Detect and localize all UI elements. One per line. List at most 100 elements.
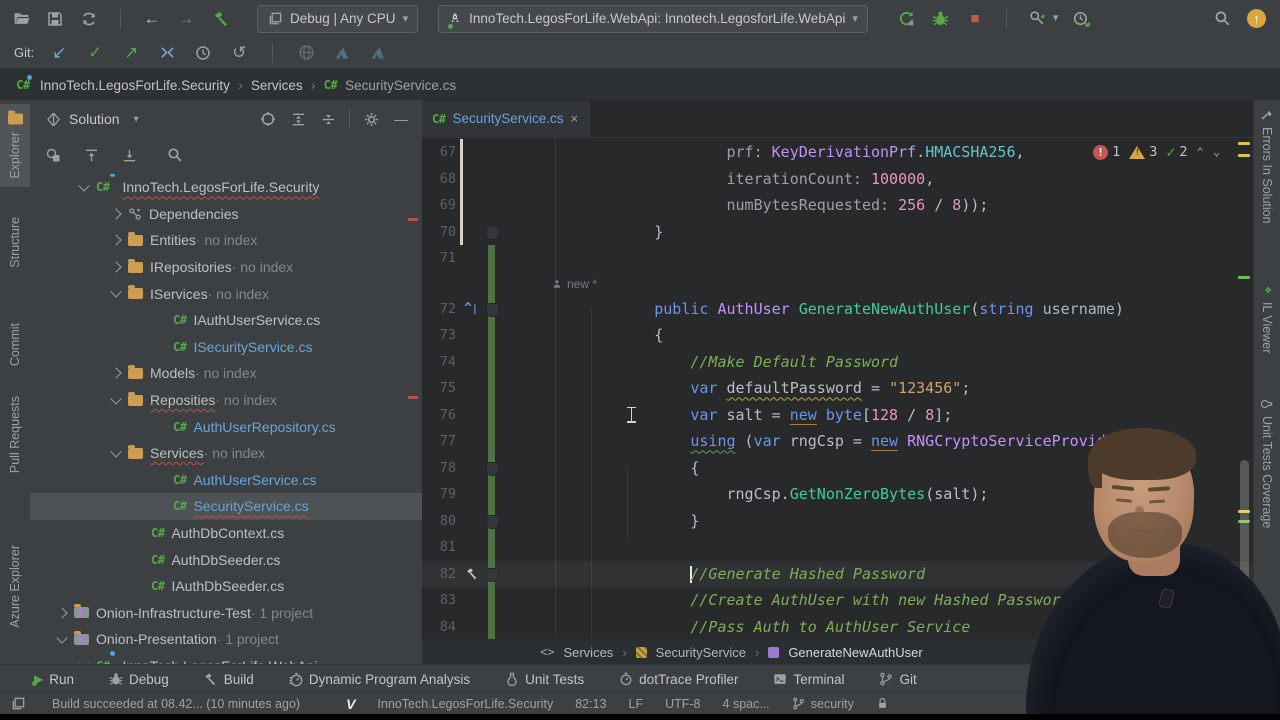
- save-all-icon[interactable]: [44, 8, 66, 30]
- implements-icon[interactable]: ^|: [464, 301, 478, 316]
- tool-stripe-structure[interactable]: Structure: [8, 217, 22, 268]
- tool-stripe-commit[interactable]: Commit: [8, 323, 22, 366]
- chevron-collapsed-icon[interactable]: [110, 367, 122, 380]
- tree-item-reposities[interactable]: Reposities · no index: [30, 387, 422, 414]
- chevron-collapsed-icon[interactable]: [110, 208, 122, 220]
- status-caret-position[interactable]: 82:13: [575, 697, 606, 711]
- status-git-branch[interactable]: security: [792, 697, 854, 711]
- tree-item-onion-presentation[interactable]: Onion-Presentation · 1 project: [30, 626, 422, 653]
- tree-item-authuserservice-cs[interactable]: C# AuthUserService.cs: [30, 467, 422, 494]
- status-indent[interactable]: 4 spac...: [723, 697, 770, 711]
- profile-history-icon[interactable]: [1070, 8, 1092, 30]
- breadcrumb-folder[interactable]: Services: [251, 78, 303, 93]
- rerun-icon[interactable]: [896, 8, 918, 30]
- stop-icon[interactable]: ■: [964, 8, 986, 30]
- solution-configuration-dropdown[interactable]: Debug | Any CPU ▾: [257, 4, 419, 33]
- build-status-message[interactable]: Build succeeded at 08.42... (10 minutes …: [52, 697, 300, 711]
- tree-item-iauthuserservice-cs[interactable]: C# IAuthUserService.cs: [30, 307, 422, 334]
- chevron-collapsed-icon[interactable]: [56, 607, 68, 619]
- code-line-75[interactable]: 75 var defaultPassword = "123456";: [422, 375, 1254, 402]
- tree-item-authuserrepository-cs[interactable]: C# AuthUserRepository.cs: [30, 413, 422, 440]
- chevron-collapsed-icon[interactable]: [110, 261, 122, 273]
- search-tree-icon[interactable]: [164, 144, 186, 166]
- update-available-icon[interactable]: ↑: [1247, 9, 1266, 28]
- tree-item-services[interactable]: Services · no index: [30, 440, 422, 467]
- chevron-down-icon[interactable]: ▾: [1053, 13, 1059, 24]
- scroll-down-icon[interactable]: [118, 144, 140, 166]
- status-project[interactable]: InnoTech.LegosForLife.Security: [377, 697, 553, 711]
- chevron-expanded-icon[interactable]: [78, 180, 90, 192]
- status-line-ending[interactable]: LF: [629, 697, 644, 711]
- tool-window-dpa[interactable]: Dynamic Program Analysis: [288, 672, 470, 687]
- chevron-down-icon[interactable]: ▾: [134, 114, 139, 125]
- chevron-expanded-icon[interactable]: [110, 392, 122, 405]
- tool-window-unit-tests[interactable]: Unit Tests: [504, 672, 584, 687]
- close-icon[interactable]: ×: [571, 111, 579, 126]
- locate-file-icon[interactable]: [257, 108, 279, 130]
- chevron-expanded-icon[interactable]: [56, 632, 68, 644]
- debug-icon[interactable]: [930, 8, 952, 30]
- tree-item-irepositories[interactable]: IRepositories · no index: [30, 254, 422, 281]
- tree-item-securityservice-cs[interactable]: C# SecurityService.cs: [30, 493, 422, 520]
- breadcrumb-namespace[interactable]: Services: [563, 645, 613, 660]
- tree-item-iauthdbseeder-cs[interactable]: C# IAuthDbSeeder.cs: [30, 573, 422, 600]
- code-line-76[interactable]: 76 var salt = new byte[128 / 8];: [422, 401, 1254, 428]
- tool-window-debug[interactable]: Debug: [108, 672, 169, 687]
- git-update-icon[interactable]: ↙: [48, 42, 70, 64]
- run-configuration-dropdown[interactable]: InnoTech.LegosForLife.WebApi: Innotech.L…: [438, 4, 868, 33]
- code-line-73[interactable]: 73 {: [422, 322, 1254, 349]
- build-solution-icon[interactable]: [209, 8, 231, 30]
- git-history-icon[interactable]: [192, 42, 214, 64]
- tab-securityservice[interactable]: C# SecurityService.cs ×: [422, 100, 591, 137]
- code-line-70[interactable]: 70 }: [422, 218, 1254, 245]
- tool-stripe-il-viewer[interactable]: ❖ IL Viewer: [1260, 286, 1274, 353]
- azure-icon[interactable]: [331, 42, 353, 64]
- code-line-71[interactable]: 71: [422, 245, 1254, 272]
- lock-icon[interactable]: [876, 697, 890, 711]
- breadcrumb-file[interactable]: SecurityService.cs: [345, 78, 456, 93]
- web-deploy-icon[interactable]: [295, 42, 317, 64]
- tool-window-build[interactable]: Build: [203, 672, 254, 687]
- breadcrumb-project[interactable]: InnoTech.LegosForLife.Security: [40, 78, 230, 93]
- forward-icon[interactable]: →: [175, 8, 197, 30]
- tree-item-iservices[interactable]: IServices · no index: [30, 280, 422, 307]
- next-problem-icon[interactable]: ⌃: [1213, 145, 1220, 159]
- prev-problem-icon[interactable]: ⌃: [1197, 145, 1204, 159]
- tree-item-dependencies[interactable]: Dependencies: [30, 201, 422, 228]
- open-project-icon[interactable]: [10, 8, 32, 30]
- scroll-up-icon[interactable]: [80, 144, 102, 166]
- git-rollback-icon[interactable]: ↺: [228, 42, 250, 64]
- code-line-69[interactable]: 69 numBytesRequested: 256 / 8));: [422, 192, 1254, 219]
- collapse-all-icon[interactable]: [317, 108, 339, 130]
- tool-window-toggle-icon[interactable]: [10, 696, 26, 712]
- tree-item-authdbseeder-cs[interactable]: C# AuthDbSeeder.cs: [30, 546, 422, 573]
- code-line-74[interactable]: 74 //Make Default Password: [422, 348, 1254, 375]
- code-line-68[interactable]: 68 iterationCount: 100000,: [422, 165, 1254, 192]
- tool-stripe-azure-explorer[interactable]: Azure Explorer: [8, 545, 22, 628]
- tool-window-dottrace[interactable]: dotTrace Profiler: [618, 672, 738, 687]
- chevron-collapsed-icon[interactable]: [110, 234, 122, 247]
- back-icon[interactable]: ←: [141, 8, 163, 30]
- tool-stripe-pull-requests[interactable]: Pull Requests: [8, 396, 22, 473]
- hide-panel-icon[interactable]: —: [390, 108, 412, 130]
- git-push-icon[interactable]: ↗: [120, 42, 142, 64]
- tool-stripe-explorer[interactable]: Explorer: [0, 104, 30, 187]
- tree-item-isecurityservice-cs[interactable]: C# ISecurityService.cs: [30, 334, 422, 361]
- settings-gear-icon[interactable]: [360, 108, 382, 130]
- inspections-widget[interactable]: !1 3 ✓2 ⌃ ⌃: [1093, 143, 1220, 161]
- tree-item-authdbcontext-cs[interactable]: C# AuthDbContext.cs: [30, 520, 422, 547]
- tool-window-git[interactable]: Git: [878, 672, 917, 687]
- search-everywhere-icon[interactable]: [1211, 8, 1233, 30]
- azure-devops-icon[interactable]: [367, 42, 389, 64]
- git-commit-icon[interactable]: ✓: [84, 42, 106, 64]
- code-line-72[interactable]: 72 ^| public AuthUser GenerateNewAuthUser…: [422, 295, 1254, 322]
- status-encoding[interactable]: UTF-8: [665, 697, 700, 711]
- tool-stripe-errors-in-solution[interactable]: Errors In Solution: [1260, 108, 1274, 224]
- chevron-expanded-icon[interactable]: [110, 286, 122, 298]
- chevron-expanded-icon[interactable]: [110, 446, 122, 458]
- sync-refresh-icon[interactable]: [78, 8, 100, 30]
- tree-item-entities[interactable]: Entities · no index: [30, 227, 422, 254]
- profiler-icon[interactable]: [1027, 8, 1049, 30]
- expand-all-icon[interactable]: [287, 108, 309, 130]
- select-opened-file-icon[interactable]: [42, 144, 64, 166]
